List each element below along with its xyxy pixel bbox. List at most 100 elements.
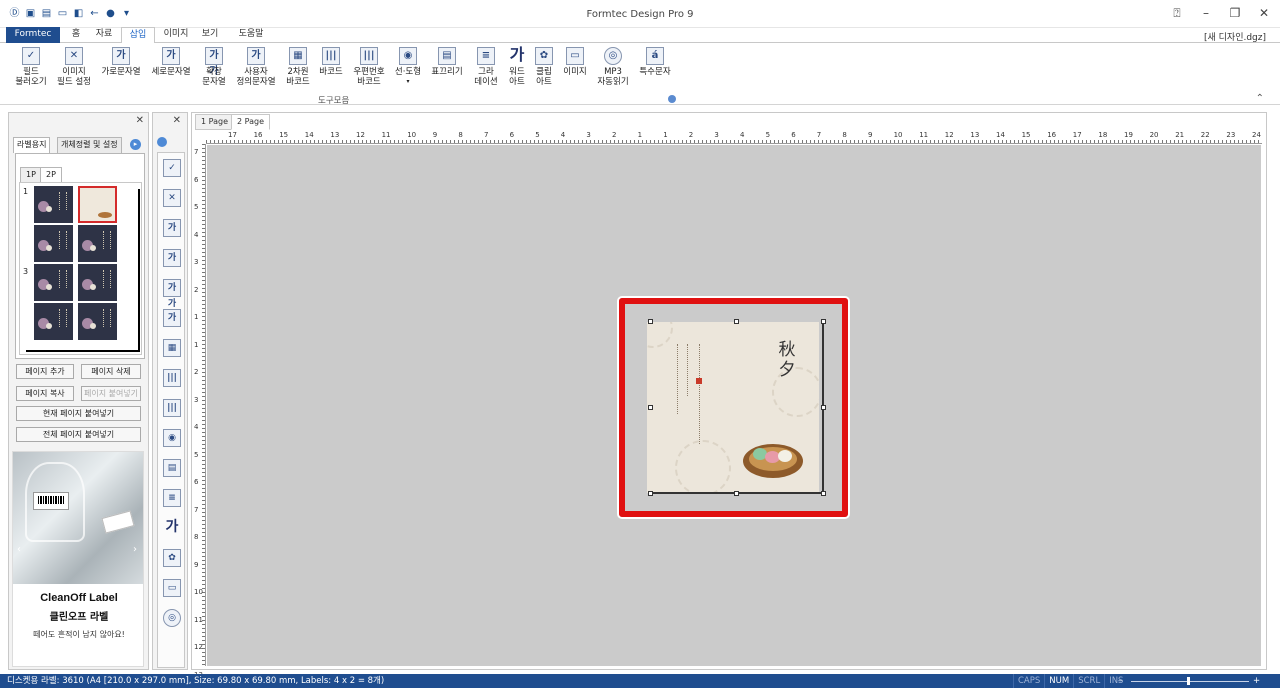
tab-home[interactable]: 홈 [66,27,86,43]
advertisement-banner[interactable]: ‹ › CleanOff Label 클린오프 라벨 떼어도 흔적이 남지 않아… [12,451,144,667]
tab-page-2[interactable]: 2 Page [231,114,270,130]
tab-image[interactable]: 이미지 [161,27,191,43]
gradient-icon[interactable]: ≡ [163,489,181,507]
wordart-button[interactable]: 가 워드 아트 [504,47,530,88]
gradient-button[interactable]: ≡ 그라 데이션 [472,47,500,87]
extended-text-button[interactable]: 가가 확장 문자열 [197,47,231,87]
ad-next-icon[interactable]: › [133,544,137,555]
horizontal-text-button[interactable]: 가 가로문자열 [98,47,144,77]
qr-code-button[interactable]: ▦ 2차원 바코드 [282,47,314,87]
tab-data[interactable]: 자료 [92,27,116,43]
page-shadow [26,350,140,352]
wordart-icon[interactable]: 가 [163,519,181,537]
row-number: 3 [23,267,29,276]
table-label: 표끄리기 [431,67,463,77]
field-load-icon[interactable]: ✓ [163,159,181,177]
horizontal-text-icon[interactable]: 가 [163,219,181,237]
resize-handle[interactable] [821,491,826,496]
close-icon[interactable]: ✕ [1258,6,1270,21]
tab-page-1[interactable]: 1 Page [195,114,234,130]
vertical-text-button[interactable]: 가 세로문자열 [148,47,194,77]
panel-help-icon[interactable]: ▸ [130,139,141,150]
label-layout-preview[interactable]: 1 3 [19,182,142,355]
resize-handle[interactable] [648,491,653,496]
mp3-button[interactable]: ◎ MP3 자동읽기 [594,47,632,87]
field-load-button[interactable]: ✓ 필드 불러오기 [12,47,50,87]
image-button[interactable]: ▭ 이미지 [560,47,590,77]
tab-1p[interactable]: 1P [20,167,42,182]
image-field-icon[interactable]: ✕ [163,189,181,207]
label-thumbnail[interactable] [78,225,117,262]
close-icon[interactable]: ✕ [173,115,181,126]
shape-button[interactable]: ◉ 선·도형 ▾ [392,47,424,87]
resize-handle[interactable] [821,319,826,324]
delete-page-button[interactable]: 페이지 삭제 [81,364,141,379]
vertical-ruler[interactable]: 765432112345678910111213 [192,144,206,679]
restore-icon[interactable]: ❐ [1229,6,1241,21]
zoom-in-icon[interactable]: + [1253,674,1260,688]
clipart-icon[interactable]: ✿ [163,549,181,567]
zoom-slider-thumb[interactable] [1187,677,1190,685]
tab-object-align[interactable]: 개체정렬 및 설정 [57,137,122,153]
image-icon[interactable]: ▭ [163,579,181,597]
ad-prev-icon[interactable]: ‹ [17,544,21,555]
resize-handle[interactable] [648,405,653,410]
field-load-label: 필드 불러오기 [15,67,47,87]
group-settings-icon[interactable] [668,95,676,103]
table-icon[interactable]: ▤ [163,459,181,477]
resize-handle[interactable] [821,405,826,410]
ruler-mark: 7 [484,131,489,139]
label-thumbnail-selected[interactable] [78,186,117,223]
close-icon[interactable]: ✕ [136,115,144,126]
resize-handle[interactable] [734,491,739,496]
tab-view[interactable]: 보기 [200,27,220,43]
tab-2p[interactable]: 2P [40,167,62,182]
paste-current-page-button[interactable]: 현재 페이지 붙여넣기 [16,406,141,421]
label-thumbnail[interactable] [34,303,73,340]
ruler-mark: 23 [1226,131,1236,139]
postal-barcode-label: 우편번호 바코드 [353,67,385,87]
postal-barcode-button[interactable]: ||| 우편번호 바코드 [350,47,388,87]
zoom-out-icon[interactable]: – [1118,674,1122,688]
barcode-button[interactable]: ||| 바코드 [316,47,346,77]
ruler-mark: 6 [509,131,515,139]
tab-insert[interactable]: 삽입 [121,27,155,44]
mp3-icon[interactable]: ◎ [163,609,181,627]
paste-page-button[interactable]: 페이지 붙여넣기 [81,386,141,401]
custom-text-icon[interactable]: 가 [163,309,181,327]
extended-text-icon[interactable]: 가가 [163,279,181,309]
label-thumbnail[interactable] [34,225,73,262]
vertical-text-icon[interactable]: 가 [163,249,181,267]
collapse-ribbon-icon[interactable]: ⌃ [1256,93,1264,104]
label-thumbnail[interactable] [34,264,73,301]
special-char-button[interactable]: á 특수문자 [636,47,674,77]
document-name: [새 디자인.dgz] [1203,33,1266,43]
postal-barcode-icon[interactable]: ||| [163,399,181,417]
tab-help[interactable]: 도움말 [236,27,266,43]
barcode-icon[interactable]: ||| [163,369,181,387]
horizontal-ruler[interactable]: 17 16 15 14 13 12 11 10 9 8 7 6 5 4 3 2 1 1 2 3 4 5 6 7 8 9 10 11 12… [206,131,1262,144]
label-thumbnail[interactable] [78,264,117,301]
qr-code-icon[interactable]: ▦ [163,339,181,357]
clipart-label: 클립 아트 [536,67,552,87]
resize-handle[interactable] [734,319,739,324]
label-thumbnail[interactable] [78,303,117,340]
tab-formtec[interactable]: Formtec [6,27,60,43]
table-button[interactable]: ▤ 표끄리기 [428,47,466,77]
help-icon[interactable]: ⍰ [1171,6,1183,21]
custom-text-button[interactable]: 가 사용자 정의문자열 [234,47,278,87]
add-page-button[interactable]: 페이지 추가 [16,364,74,379]
paste-all-pages-button[interactable]: 전체 페이지 붙여넣기 [16,427,141,442]
toolstrip-help-icon[interactable] [157,137,167,147]
shape-icon[interactable]: ◉ [163,429,181,447]
zoom-slider[interactable] [1131,681,1249,682]
copy-page-button[interactable]: 페이지 복사 [16,386,74,401]
shape-dropdown-icon[interactable]: ▾ [392,77,424,87]
tab-label-paper[interactable]: 라벨용지 [13,137,51,153]
image-field-button[interactable]: ✕ 이미지 필드 설정 [54,47,94,87]
num-indicator: NUM [1044,674,1073,688]
clipart-button[interactable]: ✿ 클립 아트 [531,47,557,87]
label-thumbnail[interactable] [34,186,73,223]
minimize-icon[interactable]: – [1200,6,1212,21]
resize-handle[interactable] [648,319,653,324]
